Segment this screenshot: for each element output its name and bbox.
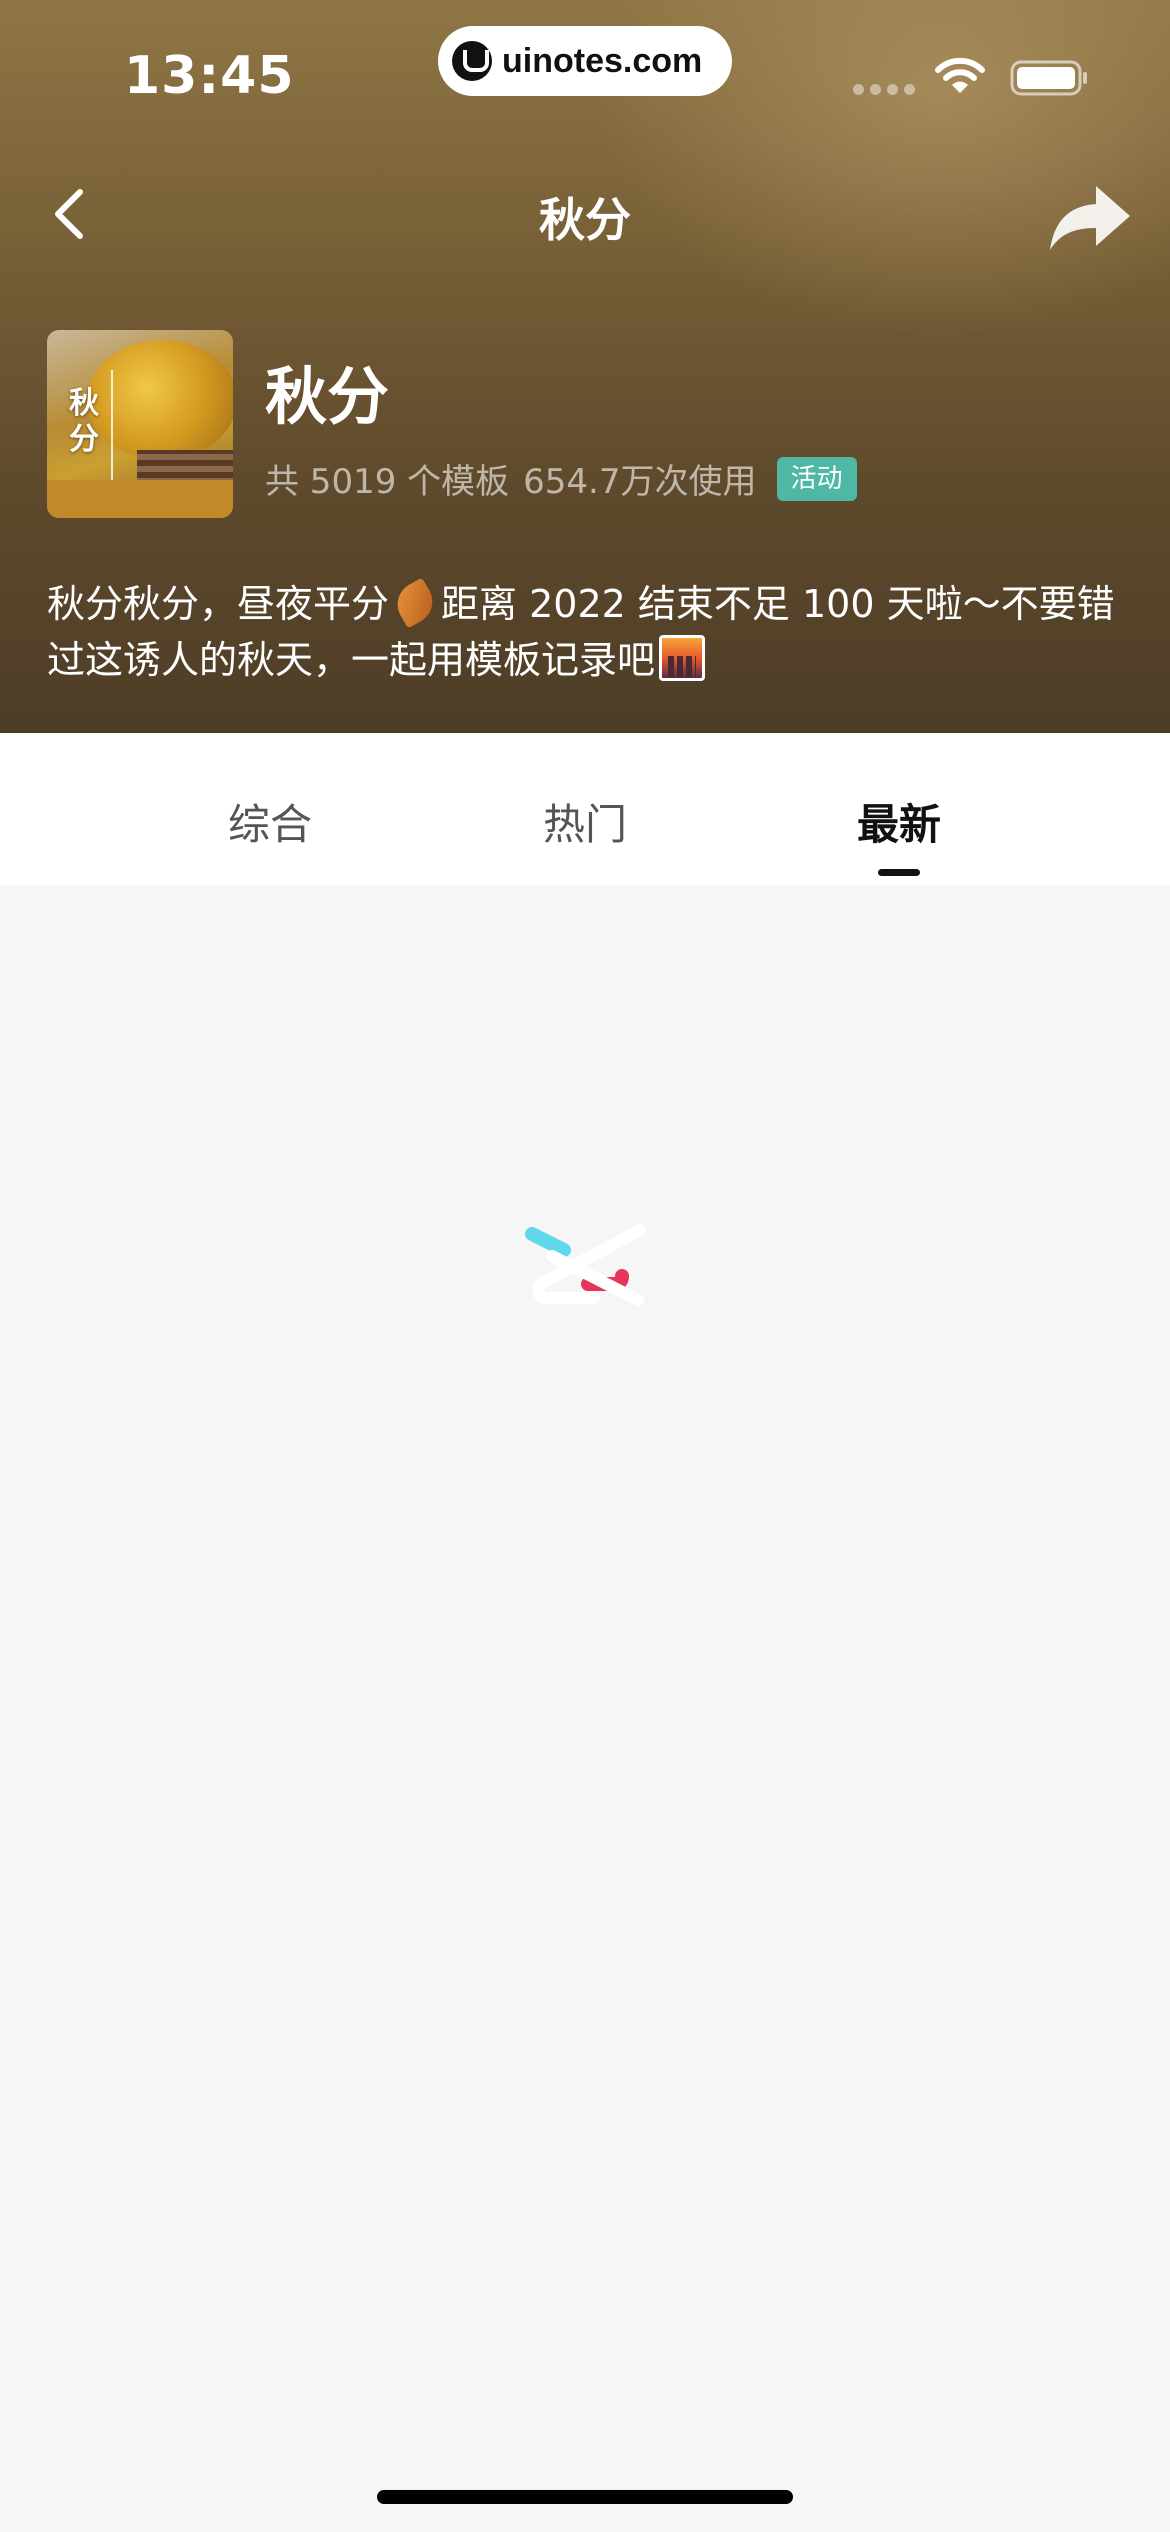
tab-popular[interactable]: 热门 [485,791,685,852]
share-icon[interactable] [1048,182,1132,252]
leaf-emoji-icon [389,577,441,629]
url-pill: uinotes.com [438,26,732,96]
template-count: 共 5019 个模板 [265,462,510,502]
tab-comprehensive[interactable]: 综合 [170,791,370,852]
wifi-icon [935,57,985,93]
status-time: 13:45 [124,46,295,106]
topic-cover-image: 秋分 [47,330,233,518]
site-logo-icon [452,41,492,81]
topic-title: 秋分 [265,360,390,433]
cityscape-emoji-icon [659,635,706,681]
home-indicator[interactable] [377,2490,793,2504]
back-chevron-icon[interactable] [50,186,90,242]
cellular-signal-icon [853,84,915,95]
battery-icon [1010,60,1087,96]
tab-bar: 综合 热门 最新 [0,733,1170,885]
topic-stats: 共 5019 个模板 654.7万次使用 活动 [265,454,857,503]
activity-badge: 活动 [776,456,857,501]
url-text: uinotes.com [502,41,703,80]
topic-header: 13:45 uinotes.com 秋分 秋分 秋分 共 5019 个模板 65… [0,0,1170,733]
cover-title: 秋分 [69,386,99,457]
nav-title: 秋分 [539,193,631,247]
tab-latest[interactable]: 最新 [799,791,999,852]
description-text-1: 秋分秋分，昼夜平分 [47,582,390,626]
active-tab-indicator [878,869,920,876]
loading-logo-icon [525,1224,646,1306]
topic-description: 秋分秋分，昼夜平分 距离 2022 结束不足 100 天啦～不要错过这诱人的秋天，… [47,576,1137,688]
usage-count: 654.7万次使用 [523,462,757,502]
